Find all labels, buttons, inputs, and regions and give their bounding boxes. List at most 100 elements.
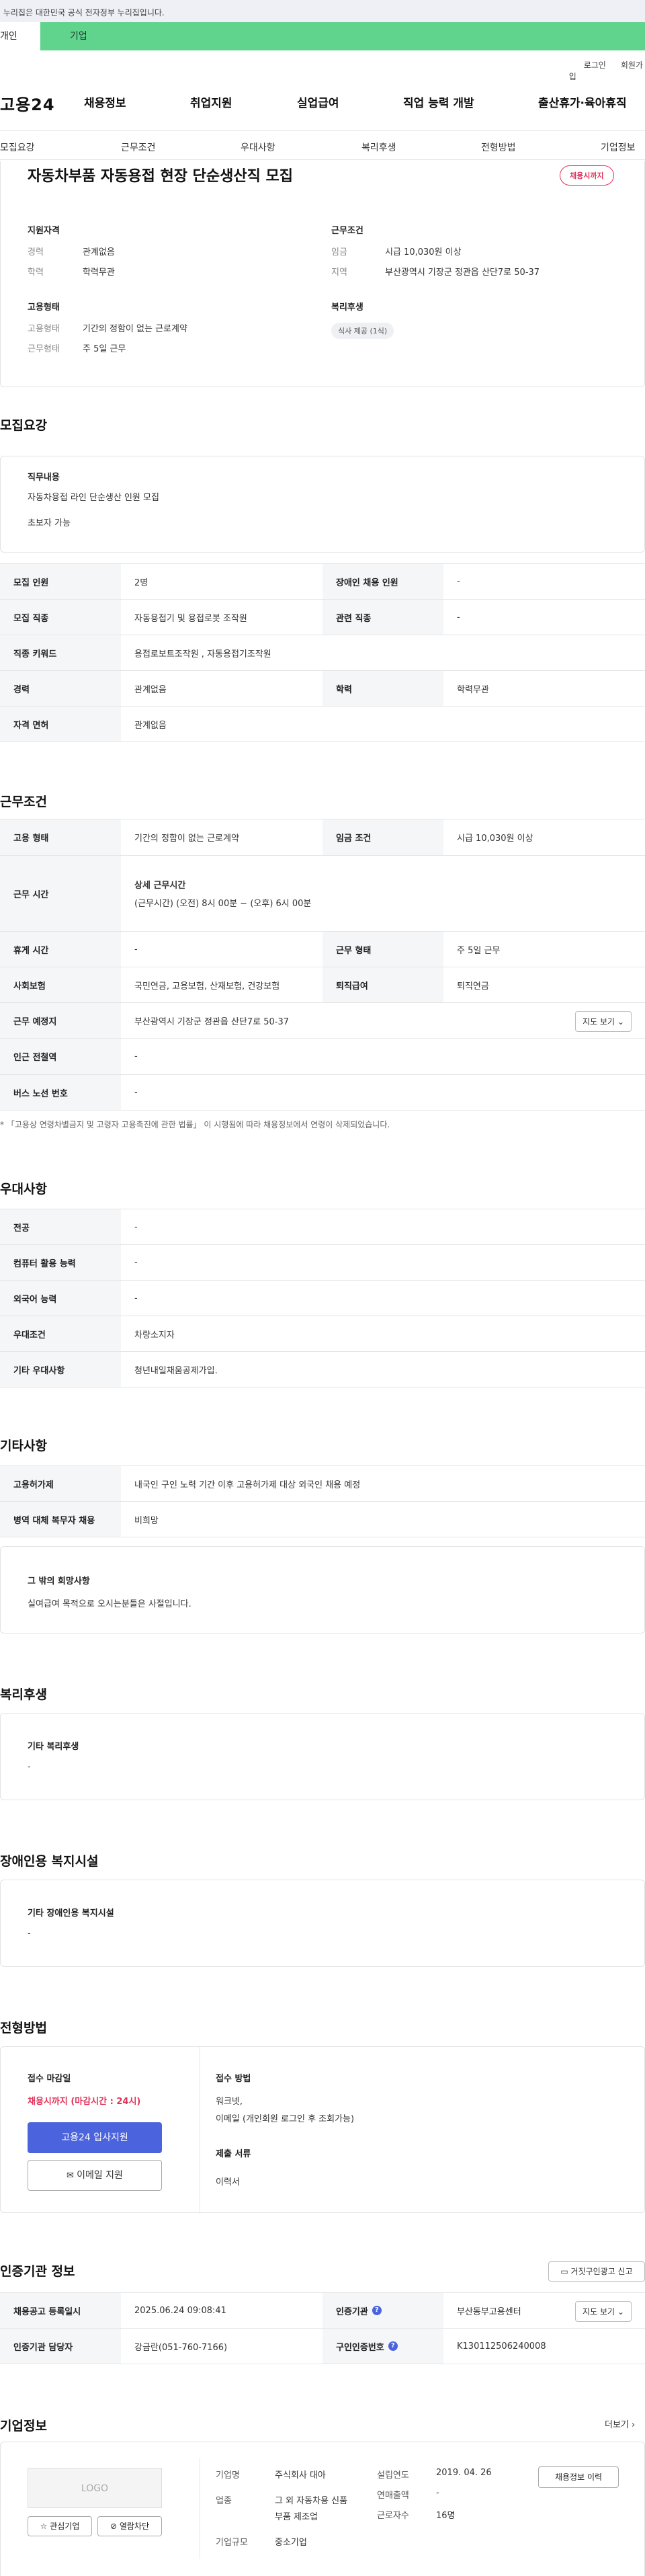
- welfare-heading: 복리후생: [331, 303, 363, 313]
- table-row: 전공 -: [0, 1209, 645, 1245]
- section-tab-conditions[interactable]: 근무조건: [121, 140, 156, 154]
- benefit-card: 기타 복리후생 -: [0, 1713, 645, 1800]
- employment-heading: 고용형태: [28, 303, 60, 313]
- nav-recruit-info[interactable]: 채용정보: [84, 93, 126, 110]
- agency-table: 채용공고 등록일시 2025.06.24 09:08:41 인증기관? 부산동부고용센…: [0, 2292, 645, 2364]
- report-button[interactable]: ▭ 거짓구인광고 신고: [548, 2261, 645, 2282]
- employees-value: 16명: [436, 2511, 456, 2521]
- login-link[interactable]: 로그인: [584, 61, 606, 70]
- process-card: 접수 마감일 채용시까지 (마감시간 : 24시) 고용24 입사지원 ✉ 이메…: [0, 2046, 645, 2214]
- table-cell: -: [134, 944, 138, 955]
- favorite-company-button[interactable]: ☆ 관심기업: [28, 2516, 92, 2536]
- nav-unemployment-benefit[interactable]: 실업급여: [297, 93, 339, 110]
- nav-employment-support[interactable]: 취업지원: [190, 93, 232, 110]
- table-cell: -: [134, 1087, 138, 1098]
- hours-cell: 상세 근무시간 (근무시간) (오전) 8시 00분 ~ (오후) 6시 00분: [121, 856, 645, 931]
- process-heading: 전형방법: [0, 2021, 47, 2036]
- table-header-cell: 경력: [0, 671, 121, 706]
- apply-button[interactable]: 고용24 입사지원: [28, 2122, 162, 2153]
- table-cell: -: [134, 1051, 138, 1061]
- section-tab-process[interactable]: 전형방법: [481, 140, 516, 154]
- table-row: 경력 관계없음 학력 학력무관: [0, 671, 645, 707]
- conditions-list: 임금 시급 10,030원 이상 지역 부산광역시 기장군 정관읍 산단7로 50-…: [331, 245, 540, 285]
- hours-detail: (근무시간) (오전) 8시 00분 ~ (오후) 6시 00분: [134, 899, 312, 909]
- gov-banner: 이 누리집은 대한민국 공식 전자정부 누리집입니다.: [0, 0, 645, 22]
- table-row: 병역 대체 복무자 채용 비희망: [0, 1502, 645, 1537]
- info-icon[interactable]: ?: [388, 2341, 398, 2351]
- etc-table: 고용허가제 내국인 구인 노력 기간 이후 고용허가제 대상 외국인 채용 예정 …: [0, 1465, 645, 1537]
- disabled-value: -: [28, 1929, 31, 1939]
- benefit-title: 기타 복리후생: [28, 1742, 79, 1752]
- deadline-title: 접수 마감일: [28, 2074, 71, 2084]
- disabled-card: 기타 장애인용 복지시설 -: [0, 1880, 645, 1967]
- summary-card: 자동차부품 자동용접 현장 단순생산직 모집 채용시까지 지원자격 경력 관계없음…: [0, 161, 645, 387]
- table-cell: 자동용접기 및 용접로봇 조작원: [134, 613, 247, 624]
- tab-corporate[interactable]: 기업: [40, 22, 645, 50]
- table-header-cell: 직종 키워드: [0, 635, 121, 670]
- table-cell: 2025.06.24 09:08:41: [134, 2305, 226, 2316]
- table-header-cell: 고용 형태: [0, 819, 121, 855]
- company-size-label: 기업규모: [216, 2538, 248, 2548]
- email-apply-button[interactable]: ✉ 이메일 지원: [28, 2160, 162, 2191]
- table-row: 모집 직종 자동용접기 및 용접로봇 조작원 관련 직종 -: [0, 600, 645, 635]
- company-size-value: 중소기업: [275, 2538, 307, 2548]
- site-logo[interactable]: 고용24: [0, 91, 55, 115]
- info-icon[interactable]: ?: [372, 2306, 382, 2315]
- table-header-cell: 근무 형태: [322, 932, 443, 967]
- table-header-cell: 사회보험: [0, 967, 121, 1002]
- nav-skill-development[interactable]: 직업 능력 개발: [403, 93, 474, 110]
- nav-parental-leave[interactable]: 출산휴가·육아휴직: [538, 93, 627, 110]
- employees-label: 근로자수: [377, 2511, 409, 2521]
- table-header-cell: 근무 시간: [0, 856, 121, 931]
- table-row: 근무 시간 상세 근무시간 (근무시간) (오전) 8시 00분 ~ (오후) 6시…: [0, 856, 645, 932]
- table-header-cell: 기타 우대사항: [0, 1352, 121, 1387]
- map-button[interactable]: 지도 보기 ⌄: [575, 1011, 632, 1032]
- recruit-history-button[interactable]: 채용정보 이력: [538, 2466, 619, 2488]
- table-cell: 관계없음: [134, 720, 167, 731]
- table-header-cell: 구인인증번호?: [322, 2329, 443, 2364]
- block-view-button[interactable]: ⊘ 열람차단: [97, 2516, 162, 2536]
- table-header-cell: 근무 예정지: [0, 1003, 121, 1038]
- table-header-cell: 외국어 능력: [0, 1281, 121, 1316]
- section-tab-preference[interactable]: 우대사항: [241, 140, 275, 154]
- top-links: 로그인 회원가입: [569, 59, 645, 82]
- favorite-label: 관심기업: [50, 2522, 80, 2531]
- section-tab-company[interactable]: 기업정보: [601, 140, 636, 154]
- benefit-heading: 복리후생: [0, 1687, 47, 1702]
- chevron-down-icon: ⌄: [617, 2307, 624, 2317]
- table-cell: K130112506240008: [457, 2341, 546, 2351]
- table-row: 인근 전철역 -: [0, 1039, 645, 1075]
- table-row: 자격 면허 관계없음: [0, 707, 645, 742]
- welfare-badge: 식사 제공 (1식): [331, 323, 394, 339]
- block-icon: ⊘: [110, 2522, 120, 2531]
- table-cell: 주 5일 근무: [457, 945, 501, 956]
- agency-map-label: 지도 보기: [583, 2307, 615, 2317]
- job-description-card: 직무내용 자동차용접 라인 단순생산 인원 모집 초보자 가능: [0, 456, 645, 553]
- preference-heading: 우대사항: [0, 1182, 47, 1197]
- more-link[interactable]: 더보기 ›: [605, 2417, 635, 2430]
- section-tab-recruit[interactable]: 모집요강: [0, 140, 35, 154]
- tab-individual[interactable]: 개인: [0, 22, 40, 50]
- table-row: 외국어 능력 -: [0, 1281, 645, 1316]
- age-notice: * 「고용상 연령차별금지 및 고령자 고용촉진에 관한 법률」 이 시행됨에 …: [0, 1120, 390, 1129]
- agency-heading: 인증기관 정보: [0, 2264, 75, 2279]
- founded-value: 2019. 04. 26: [436, 2468, 492, 2478]
- table-cell: 내국인 구인 노력 기간 이후 고용허가제 대상 외국인 채용 예정: [134, 1480, 361, 1490]
- table-cell: 강금란(051-760-7166): [134, 2342, 228, 2353]
- table-header-cell: 인증기관?: [322, 2293, 443, 2328]
- wage-value: 시급 10,030원 이상: [385, 247, 462, 257]
- section-tab-welfare[interactable]: 복리후생: [361, 140, 396, 154]
- table-header-cell: 컴퓨터 활용 능력: [0, 1245, 121, 1280]
- other-wishes-card: 그 밖의 희망사항 실여급여 목적으로 오시는분들은 사절입니다.: [0, 1546, 645, 1634]
- agency-map-button[interactable]: 지도 보기 ⌄: [575, 2301, 632, 2322]
- table-row: 모집 인원 2명 장애인 채용 인원 -: [0, 564, 645, 600]
- table-cell: -: [134, 1293, 138, 1303]
- user-type-tabs: 개인 기업: [0, 22, 645, 50]
- table-header-cell: 모집 인원: [0, 564, 121, 599]
- table-row: 버스 노선 번호 -: [0, 1075, 645, 1111]
- table-header-cell: 자격 면허: [0, 707, 121, 741]
- table-cell: 관계없음: [134, 684, 167, 695]
- table-header-cell: 인증기관 담당자: [0, 2329, 121, 2364]
- email-apply-label: 이메일 지원: [77, 2170, 123, 2181]
- industry-value: 그 외 자동차용 신품 부품 제조업: [275, 2496, 348, 2522]
